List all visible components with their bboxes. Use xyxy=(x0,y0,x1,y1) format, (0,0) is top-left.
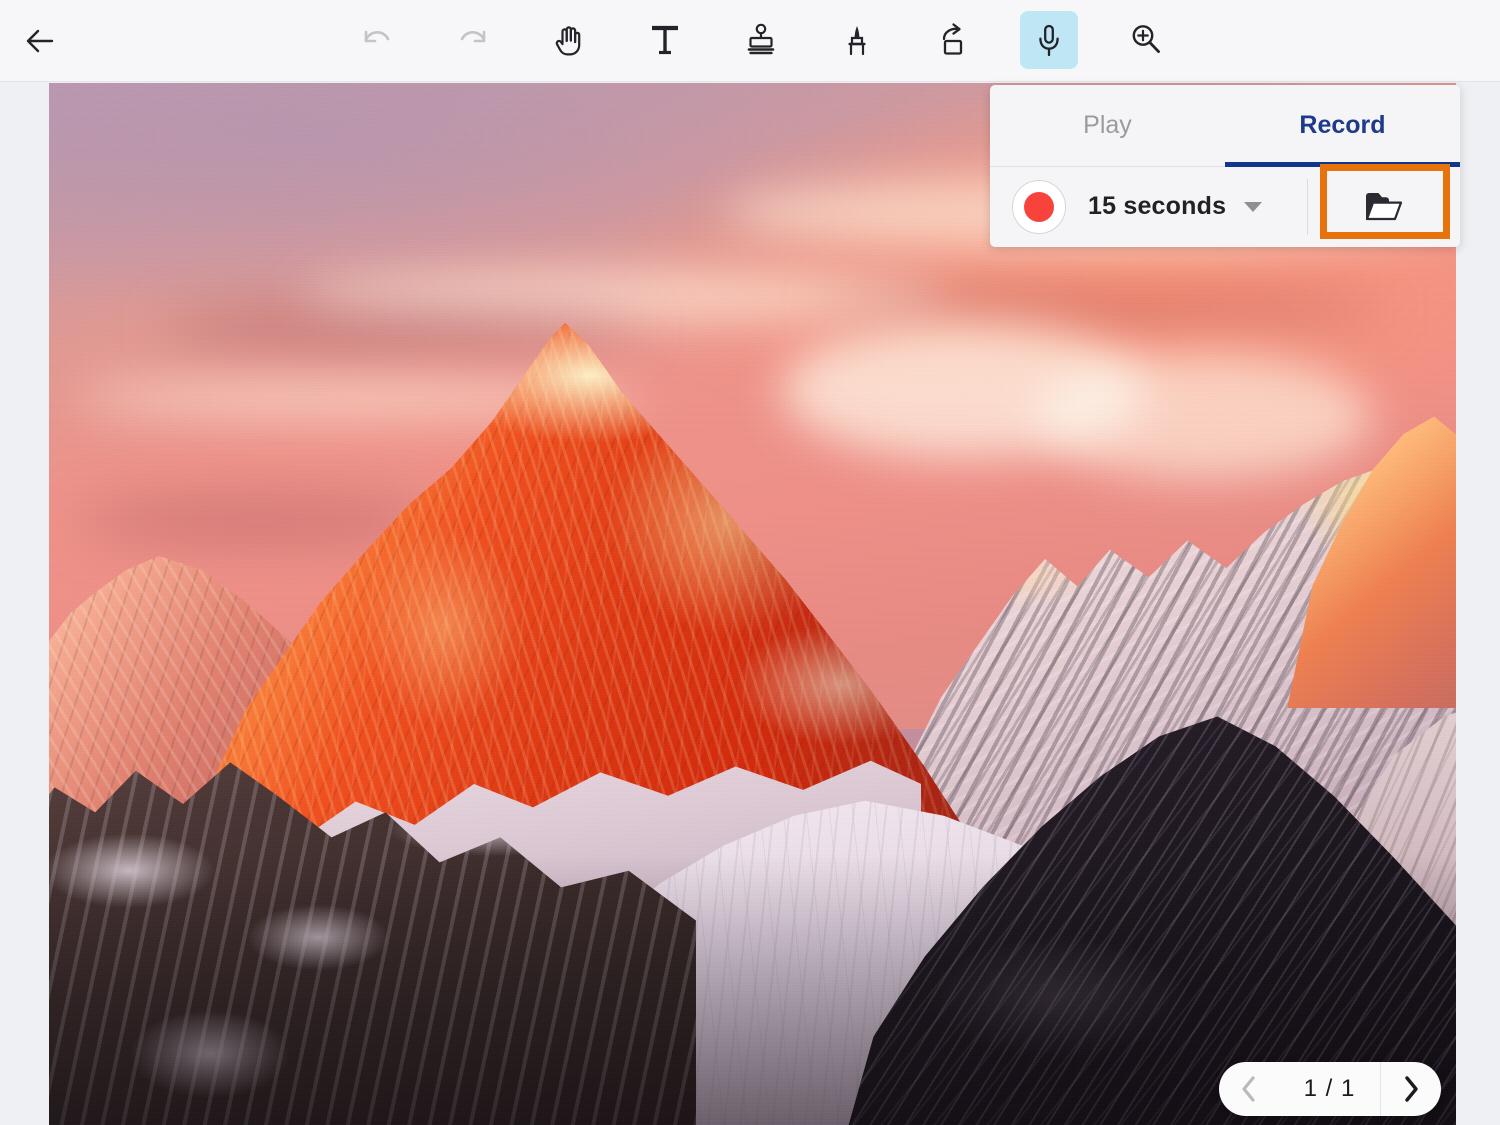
hand-icon xyxy=(555,26,581,56)
back-button[interactable] xyxy=(14,16,66,66)
audio-record-panel: Play Record 15 seconds xyxy=(990,85,1460,247)
microphone-icon xyxy=(1039,24,1059,57)
tool-share[interactable] xyxy=(924,11,982,69)
app-root: Play Record 15 seconds 1 / 1 xyxy=(0,0,1500,1125)
panel-tab-bar: Play Record xyxy=(990,85,1460,167)
tool-text[interactable] xyxy=(636,11,694,69)
page-indicator: 1 / 1 xyxy=(1303,1075,1356,1102)
tab-record[interactable]: Record xyxy=(1225,85,1460,167)
duration-dropdown[interactable]: 15 seconds xyxy=(1088,192,1263,221)
tool-voice-note[interactable] xyxy=(1020,11,1078,69)
tool-stamp[interactable] xyxy=(732,11,790,69)
text-t-icon xyxy=(652,25,678,55)
tool-redo[interactable] xyxy=(444,11,502,69)
tool-group xyxy=(348,11,1174,69)
marker-pen-icon xyxy=(848,26,866,56)
chevron-right-icon xyxy=(1405,1076,1418,1102)
stamp-icon xyxy=(747,23,775,55)
share-export-icon xyxy=(942,23,963,55)
undo-arrow-icon xyxy=(364,30,390,43)
tool-undo[interactable] xyxy=(348,11,406,69)
chevron-left-icon xyxy=(1242,1076,1255,1102)
next-page-button[interactable] xyxy=(1381,1062,1441,1116)
duration-value: 15 seconds xyxy=(1088,192,1227,220)
top-toolbar xyxy=(0,0,1500,82)
record-dot-icon xyxy=(1024,191,1054,222)
tool-pan[interactable] xyxy=(540,11,598,69)
chevron-down-icon xyxy=(1244,201,1263,212)
folder-open-icon xyxy=(1365,192,1403,220)
tab-record-label: Record xyxy=(1299,111,1386,139)
magnifier-plus-icon xyxy=(1132,25,1160,53)
previous-page-button[interactable] xyxy=(1219,1062,1279,1116)
start-recording-button[interactable] xyxy=(1012,179,1066,234)
tab-play[interactable]: Play xyxy=(990,85,1225,166)
tool-zoom-in[interactable] xyxy=(1116,11,1174,69)
page-navigator: 1 / 1 xyxy=(1219,1062,1441,1116)
browse-audio-files-button[interactable] xyxy=(1308,167,1460,246)
redo-arrow-icon xyxy=(460,30,486,43)
panel-controls-row: 15 seconds xyxy=(990,167,1460,246)
tool-pen[interactable] xyxy=(828,11,886,69)
tab-play-label: Play xyxy=(1083,111,1132,139)
arrow-left-icon xyxy=(26,29,54,53)
